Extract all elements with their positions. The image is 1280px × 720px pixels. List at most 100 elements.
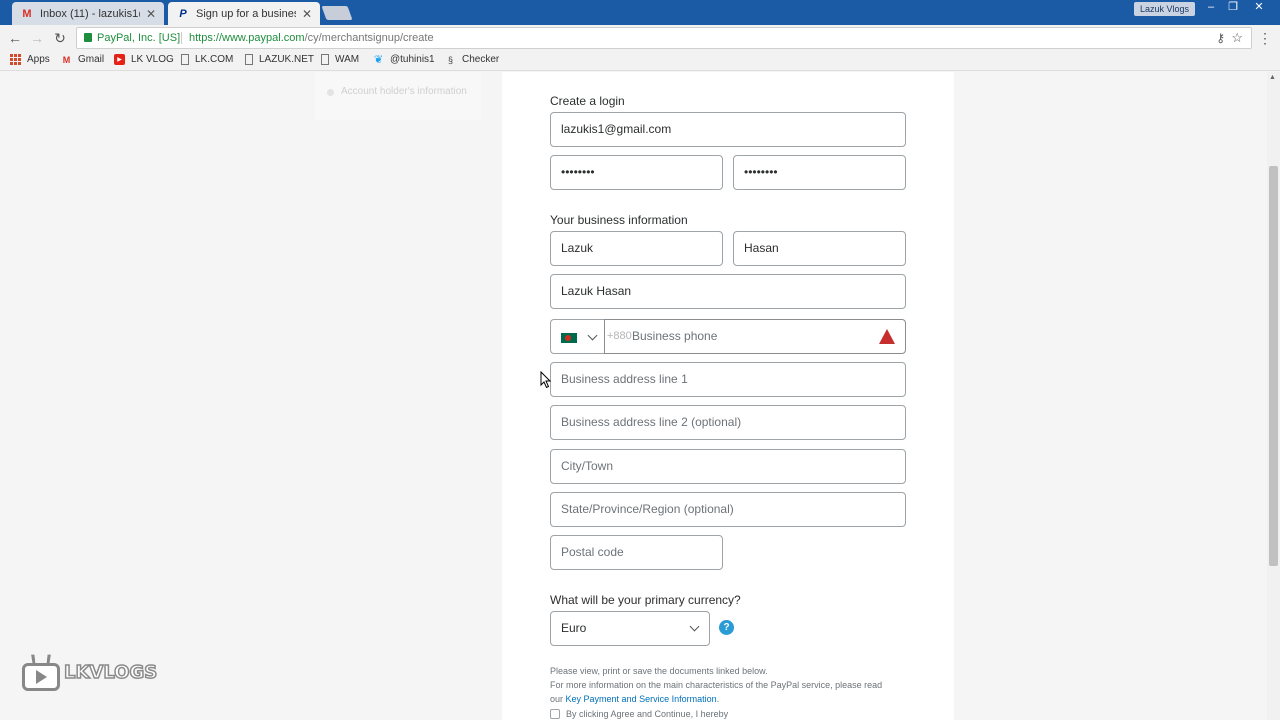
bookmark-apps[interactable]: Apps: [10, 54, 50, 65]
apps-grid-icon: [10, 54, 21, 65]
chevron-down-icon: [689, 621, 700, 632]
tab-title: Inbox (11) - lazukis1@gm: [40, 7, 140, 20]
step-indicator-dot: [327, 89, 334, 96]
checker-icon: §: [447, 54, 453, 65]
help-icon[interactable]: ?: [719, 620, 734, 635]
business-name-field[interactable]: Lazuk Hasan: [550, 274, 906, 309]
browser-title-bar: M Inbox (11) - lazukis1@gm ✕ P Sign up f…: [0, 0, 1280, 25]
agree-checkbox[interactable]: [550, 709, 560, 719]
url-separator: [181, 32, 182, 44]
bangladesh-flag-icon: [561, 333, 577, 343]
address-bar[interactable]: PayPal, Inc. [US] https://www.paypal.com…: [76, 27, 1252, 49]
legal-line-3: our Key Payment and Service Information.: [550, 692, 910, 706]
scrollbar-thumb[interactable]: [1269, 166, 1278, 566]
twitter-icon: ❦: [373, 54, 384, 66]
create-login-heading: Create a login: [550, 94, 625, 108]
youtube-icon: ▶: [114, 54, 125, 65]
confirm-password-field[interactable]: ••••••••: [733, 155, 906, 190]
bookmark-label: LK.COM: [195, 54, 234, 65]
browser-toolbar: ← → ↻ PayPal, Inc. [US] https://www.payp…: [0, 25, 1280, 51]
profile-button[interactable]: Lazuk Vlogs: [1134, 2, 1196, 16]
business-phone-group: +880 Business phone !: [550, 319, 906, 354]
restore-icon[interactable]: ❐: [1222, 0, 1244, 14]
signup-progress-step: Account holder's information: [315, 72, 481, 120]
tab-title: Sign up for a business ac: [196, 7, 296, 20]
city-field[interactable]: City/Town: [550, 449, 906, 484]
mouse-cursor-icon: [540, 371, 552, 389]
currency-select[interactable]: Euro: [550, 611, 710, 646]
first-name-field[interactable]: Lazuk: [550, 231, 723, 266]
page-icon: [181, 54, 189, 65]
phone-country-code: +880: [607, 330, 632, 342]
tv-logo-icon: [22, 654, 60, 691]
url-text: https://www.paypal.com/cy/merchantsignup…: [189, 28, 434, 48]
watermark-text: LKVLOGS: [63, 661, 158, 684]
legal-suffix: .: [716, 694, 720, 704]
currency-value: Euro: [561, 621, 587, 635]
close-tab-icon[interactable]: ✕: [146, 7, 156, 21]
bookmark-label: LAZUK.NET: [259, 54, 315, 65]
minimize-icon[interactable]: –: [1200, 0, 1222, 14]
business-info-heading: Your business information: [550, 213, 688, 227]
postal-code-field[interactable]: Postal code: [550, 535, 723, 570]
phone-placeholder: Business phone: [632, 329, 718, 343]
reload-icon[interactable]: ↻: [51, 29, 69, 47]
address-line1-field[interactable]: Business address line 1: [550, 362, 906, 397]
phone-country-select[interactable]: [550, 319, 605, 354]
close-window-icon[interactable]: ✕: [1248, 0, 1270, 14]
bookmark-lk-com[interactable]: LK.COM: [181, 54, 233, 65]
bookmark-wam[interactable]: WAM: [321, 54, 359, 65]
last-name-field[interactable]: Hasan: [733, 231, 906, 266]
currency-heading: What will be your primary currency?: [550, 593, 741, 607]
paypal-icon: P: [179, 7, 187, 20]
bookmark-label: LK VLOG: [131, 54, 174, 65]
site-identity: PayPal, Inc. [US]: [97, 32, 181, 44]
scroll-up-arrow-icon[interactable]: ▲: [1269, 74, 1276, 81]
close-tab-icon[interactable]: ✕: [302, 7, 312, 21]
key-payment-info-link[interactable]: Key Payment and Service Information: [566, 694, 717, 704]
menu-icon[interactable]: ⋮: [1258, 30, 1272, 47]
channel-watermark: LKVLOGS: [22, 654, 158, 691]
bookmark-label: Apps: [27, 54, 50, 65]
legal-prefix: our: [550, 694, 564, 704]
confirm-password-mask: ••••••••: [744, 165, 778, 179]
bookmarks-bar: Apps M Gmail ▶ LK VLOG LK.COM LAZUK.NET …: [0, 51, 1280, 71]
forward-arrow-icon[interactable]: →: [28, 29, 46, 47]
page-icon: [321, 54, 329, 65]
agree-checkbox-row: By clicking Agree and Continue, I hereby: [550, 709, 728, 719]
gmail-icon: M: [22, 7, 32, 20]
step-label: Account holder's information: [341, 86, 467, 97]
star-icon[interactable]: ☆: [1231, 28, 1243, 48]
legal-text: Please view, print or save the documents…: [550, 664, 910, 706]
page-icon: [245, 54, 253, 65]
password-field[interactable]: ••••••••: [550, 155, 723, 190]
bookmark-lk-vlog[interactable]: ▶ LK VLOG: [114, 54, 174, 65]
bookmark-lazuk-net[interactable]: LAZUK.NET: [245, 54, 314, 65]
bookmark-label: @tuhinis1: [390, 54, 435, 65]
warning-icon: !: [879, 329, 895, 354]
agree-text: By clicking Agree and Continue, I hereby: [566, 709, 729, 719]
business-phone-input[interactable]: +880 Business phone !: [604, 319, 906, 354]
tab-gmail-inbox[interactable]: M Inbox (11) - lazukis1@gm ✕: [12, 2, 164, 25]
page-scrollbar[interactable]: ▲: [1267, 72, 1280, 720]
bookmark-label: Gmail: [78, 54, 105, 65]
bookmark-label: WAM: [335, 54, 360, 65]
chevron-down-icon: [587, 330, 598, 341]
state-field[interactable]: State/Province/Region (optional): [550, 492, 906, 527]
address-line2-field[interactable]: Business address line 2 (optional): [550, 405, 906, 440]
url-path: /cy/merchantsignup/create: [304, 32, 434, 44]
email-field[interactable]: lazukis1@gmail.com: [550, 112, 906, 147]
legal-line-2: For more information on the main charact…: [550, 680, 883, 690]
legal-line-1: Please view, print or save the documents…: [550, 666, 768, 676]
bookmark-tuhinis1[interactable]: ❦ @tuhinis1: [373, 54, 435, 66]
bookmark-gmail[interactable]: M Gmail: [61, 54, 104, 65]
key-icon[interactable]: ⚷: [1216, 28, 1225, 48]
gmail-icon: M: [62, 54, 71, 65]
new-tab-button[interactable]: [321, 6, 353, 20]
url-host: https://www.paypal.com: [189, 32, 305, 44]
bookmark-label: Checker: [462, 54, 500, 65]
back-arrow-icon[interactable]: ←: [6, 29, 24, 47]
lock-icon: [84, 33, 92, 42]
tab-paypal-signup[interactable]: P Sign up for a business ac ✕: [168, 2, 320, 25]
bookmark-checker[interactable]: § Checker: [445, 54, 499, 65]
